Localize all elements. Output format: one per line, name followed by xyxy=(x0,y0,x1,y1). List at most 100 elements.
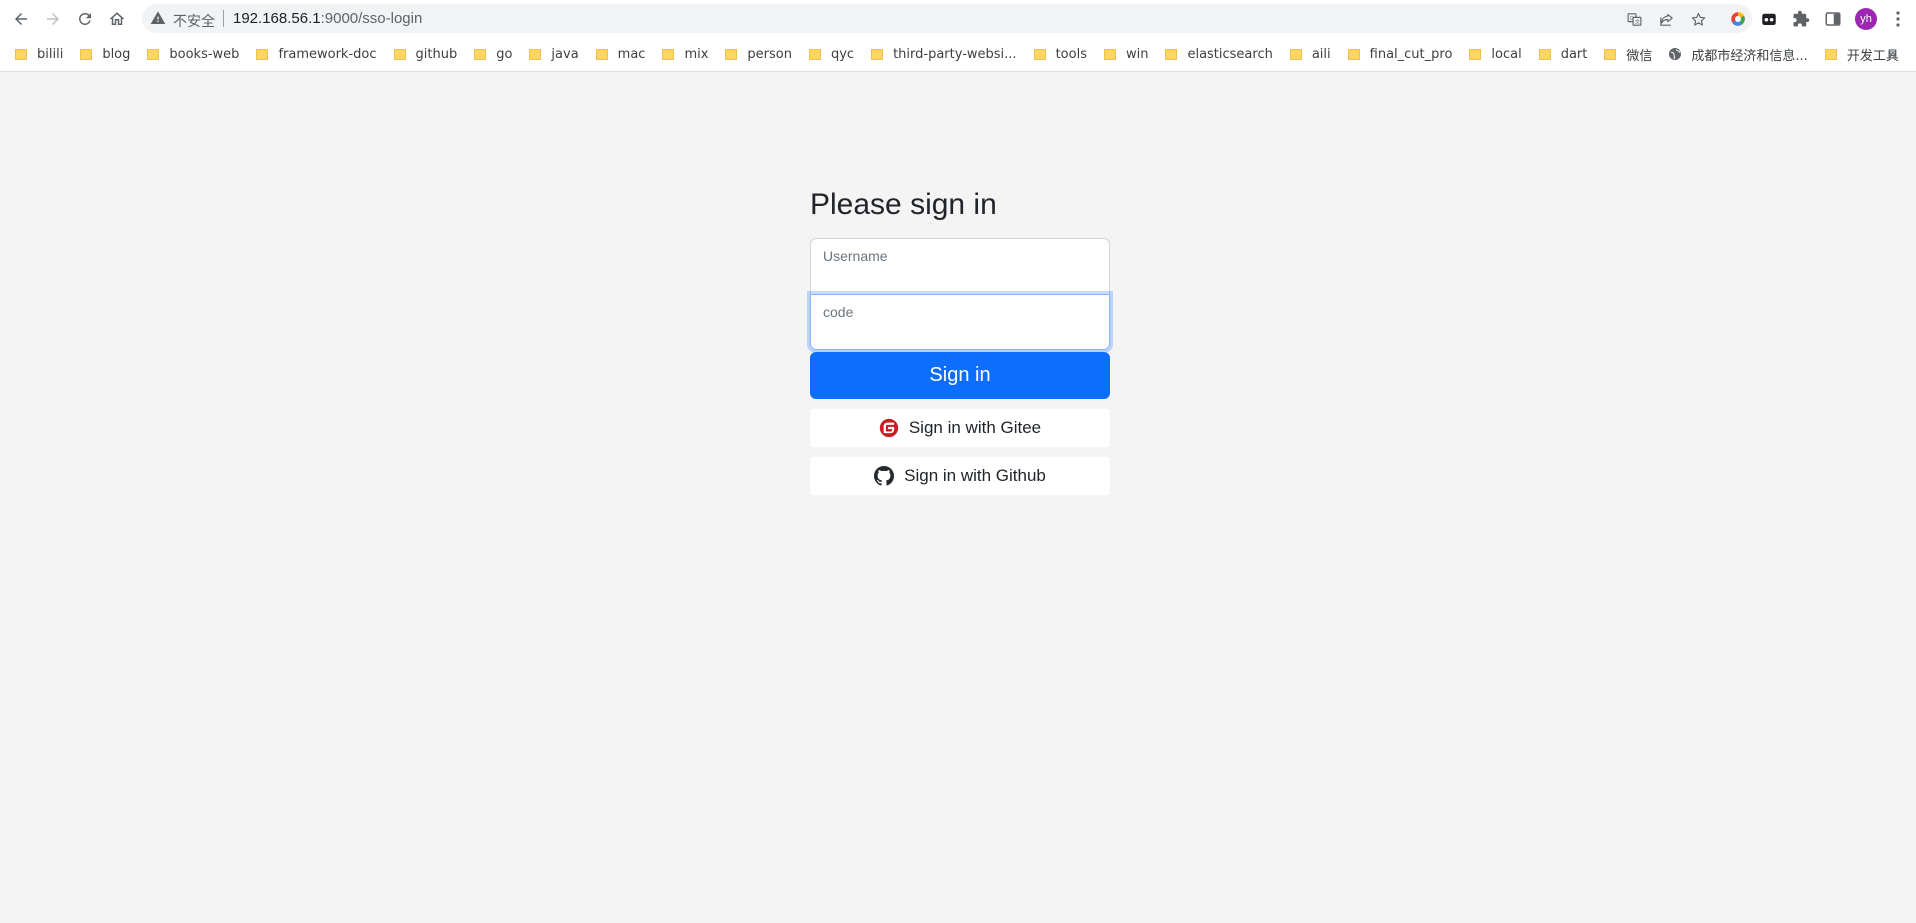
bookmark-label: win xyxy=(1125,46,1149,62)
code-field[interactable]: code xyxy=(810,294,1110,350)
folder-icon xyxy=(595,47,609,61)
bookmark-label: github xyxy=(415,46,458,62)
svg-text:G: G xyxy=(1629,15,1633,21)
folder-icon xyxy=(14,47,28,61)
bookmark-item[interactable]: third-party-websi... xyxy=(862,40,1025,68)
folder-icon xyxy=(1538,47,1552,61)
folder-icon xyxy=(1603,47,1617,61)
arrow-right-icon xyxy=(47,13,59,25)
folder-icon xyxy=(1103,47,1117,61)
bookmark-label: third-party-websi... xyxy=(893,46,1017,62)
bookmark-item[interactable]: final_cut_pro xyxy=(1339,40,1461,68)
bookmark-label: person xyxy=(747,46,792,62)
bookmark-label: final_cut_pro xyxy=(1369,46,1453,62)
folder-icon xyxy=(870,47,884,61)
folder-icon xyxy=(393,47,407,61)
bookmark-item[interactable]: aili xyxy=(1281,40,1339,68)
bookmarks-bar: bilili blog books-web framework-doc github go… xyxy=(0,37,1916,72)
folder-icon xyxy=(724,47,738,61)
insecure-label[interactable]: 不安全 xyxy=(173,11,215,31)
bookmark-item[interactable]: local xyxy=(1460,40,1529,68)
sign-in-button[interactable]: Sign in xyxy=(810,352,1110,399)
bookmark-label: local xyxy=(1491,46,1522,62)
gitee-sign-in-button[interactable]: Sign in with Gitee xyxy=(810,409,1110,447)
folder-icon xyxy=(1164,47,1178,61)
bookmark-label: 成都市经济和信息... xyxy=(1691,48,1808,64)
menu-button[interactable] xyxy=(1890,9,1906,29)
glasses-extension-icon[interactable] xyxy=(1759,9,1779,29)
username-input[interactable] xyxy=(811,239,1109,294)
bookmark-label: bilili xyxy=(37,46,64,62)
github-icon xyxy=(874,466,895,486)
bookmark-item[interactable]: tools xyxy=(1025,40,1095,68)
gitee-sign-in-label: Sign in with Gitee xyxy=(908,418,1042,437)
url-text[interactable]: 192.168.56.1:9000/sso-login xyxy=(233,10,422,27)
bookmark-label: framework-doc xyxy=(278,46,377,62)
share-icon[interactable] xyxy=(1657,10,1675,28)
puzzle-icon[interactable] xyxy=(1791,9,1811,29)
bookmark-item[interactable]: mac xyxy=(587,40,654,68)
bookmark-item[interactable]: books-web xyxy=(138,40,247,68)
bookmark-label: go xyxy=(496,46,513,62)
browser-toolbar: 不安全 192.168.56.1:9000/sso-login G文 yh xyxy=(0,0,1916,37)
github-sign-in-label: Sign in with Github xyxy=(904,466,1046,485)
warning-icon[interactable] xyxy=(150,10,166,26)
bookmark-item[interactable]: blog xyxy=(71,40,138,68)
arrow-left-icon xyxy=(15,13,27,25)
bookmark-label: mix xyxy=(684,46,709,62)
username-field[interactable]: Username xyxy=(810,238,1110,294)
home-button[interactable] xyxy=(104,6,130,32)
bookmark-item[interactable]: go xyxy=(465,40,520,68)
folder-icon xyxy=(1468,47,1482,61)
avatar-initials: yh xyxy=(1860,13,1872,25)
bookmark-label: tools xyxy=(1055,46,1087,62)
folder-icon xyxy=(661,47,675,61)
folder-icon xyxy=(528,47,542,61)
side-panel-icon[interactable] xyxy=(1823,9,1843,29)
bookmark-label: 微信 xyxy=(1626,48,1653,64)
code-input[interactable] xyxy=(811,295,1109,349)
bookmark-item[interactable]: win xyxy=(1095,40,1156,68)
folder-icon xyxy=(1033,47,1047,61)
back-button[interactable] xyxy=(8,6,34,32)
avatar[interactable]: yh xyxy=(1855,8,1877,30)
bookmark-item[interactable]: mix xyxy=(653,40,716,68)
forward-button[interactable] xyxy=(40,6,66,32)
url-host: 192.168.56.1 xyxy=(233,10,321,27)
folder-icon xyxy=(473,47,487,61)
bookmark-item[interactable]: person xyxy=(716,40,800,68)
bookmark-label: mac xyxy=(617,46,646,62)
folder-icon xyxy=(808,47,822,61)
bookmark-item[interactable]: qyc xyxy=(800,40,862,68)
bookmarks-overflow-button[interactable]: » xyxy=(1888,46,1896,63)
home-icon xyxy=(109,12,125,25)
bookmark-item[interactable]: 成都市经济和信息... xyxy=(1660,40,1815,68)
bookmark-item[interactable]: framework-doc xyxy=(247,40,384,68)
reload-button[interactable] xyxy=(72,6,98,32)
signin-form: Please sign in Username code Sign in Sig… xyxy=(810,180,1110,495)
translate-icon[interactable]: G文 xyxy=(1625,10,1643,28)
github-sign-in-button[interactable]: Sign in with Github xyxy=(810,457,1110,495)
bookmark-item[interactable]: github xyxy=(385,40,466,68)
folder-icon xyxy=(146,47,160,61)
bookmark-label: books-web xyxy=(169,46,240,62)
divider xyxy=(223,10,224,27)
bookmark-item[interactable]: java xyxy=(520,40,586,68)
folder-icon xyxy=(1824,47,1838,61)
bookmarks-list: bilili blog books-web framework-doc github go… xyxy=(6,37,1907,71)
bookmark-item[interactable]: elasticsearch xyxy=(1156,40,1280,68)
bookmark-label: dart xyxy=(1560,46,1588,62)
bookmark-label: aili xyxy=(1311,46,1331,62)
bookmark-item[interactable]: 微信 xyxy=(1595,40,1660,68)
star-icon[interactable] xyxy=(1689,10,1707,28)
folder-icon xyxy=(79,47,93,61)
gitee-icon xyxy=(879,418,899,438)
color-extension-icon[interactable] xyxy=(1728,9,1748,29)
address-bar[interactable]: 不安全 192.168.56.1:9000/sso-login G文 xyxy=(142,4,1752,33)
kebab-menu-icon xyxy=(1896,11,1900,27)
bookmark-label: elasticsearch xyxy=(1187,46,1273,62)
bookmark-label: java xyxy=(551,46,579,62)
bookmark-item[interactable]: dart xyxy=(1530,40,1596,68)
bookmark-item[interactable]: bilili xyxy=(6,40,71,68)
folder-icon xyxy=(255,47,269,61)
